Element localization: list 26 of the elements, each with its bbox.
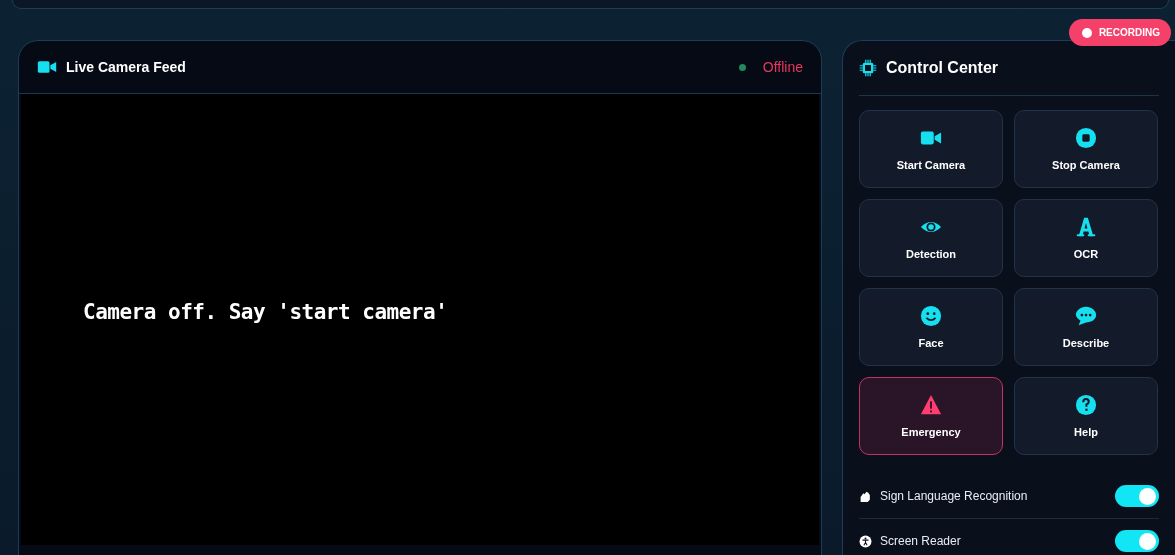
toggle-switch[interactable]: [1115, 485, 1159, 507]
control-button[interactable]: Describe: [1014, 288, 1158, 366]
control-button[interactable]: Start Camera: [859, 110, 1003, 188]
control-button[interactable]: Face: [859, 288, 1003, 366]
control-button[interactable]: Stop Camera: [1014, 110, 1158, 188]
toggle-label: Screen Reader: [880, 534, 961, 548]
stop-icon: [1075, 127, 1097, 149]
control-button[interactable]: Detection: [859, 199, 1003, 277]
help-icon: [1075, 394, 1097, 416]
smiley-icon: [920, 305, 942, 327]
status-label: Offline: [762, 59, 803, 75]
warning-icon: [920, 394, 942, 416]
feed-message: Camera off. Say 'start camera': [83, 300, 448, 324]
chip-icon: [859, 59, 877, 77]
accessibility-icon: [859, 534, 872, 548]
toggle-label: Sign Language Recognition: [880, 489, 1028, 503]
hand-icon: [859, 489, 872, 503]
panel-title: Control Center: [886, 59, 998, 77]
recording-badge: RECORDING: [1068, 19, 1171, 46]
chat-bubble-icon: [1075, 305, 1097, 327]
panel-title: Live Camera Feed: [66, 59, 186, 75]
control-button[interactable]: OCR: [1014, 199, 1158, 277]
emergency-button[interactable]: Emergency: [859, 377, 1003, 455]
control-button[interactable]: Help: [1014, 377, 1158, 455]
toggle-switch[interactable]: [1115, 530, 1159, 552]
letter-a-icon: [1075, 216, 1097, 238]
